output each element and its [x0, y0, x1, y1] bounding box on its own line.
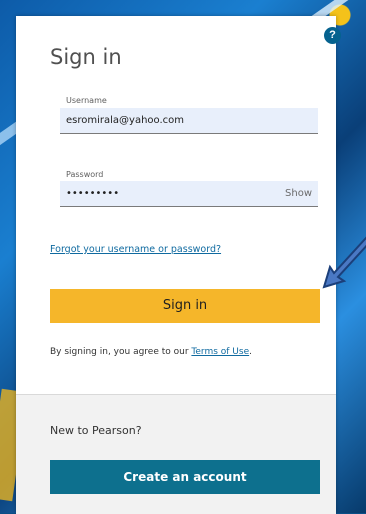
username-label: Username [66, 96, 107, 105]
username-field[interactable]: esromirala@yahoo.com [60, 108, 318, 134]
help-icon[interactable]: ? [324, 27, 341, 44]
password-field[interactable]: ••••••••• Show [60, 181, 318, 207]
password-value: ••••••••• [66, 188, 120, 199]
agreement-suffix: . [249, 347, 252, 357]
create-account-button[interactable]: Create an account [50, 460, 320, 494]
pointer-arrow-icon [322, 236, 366, 289]
username-value: esromirala@yahoo.com [66, 115, 185, 126]
create-account-panel [16, 394, 336, 514]
terms-agreement: By signing in, you agree to our Terms of… [50, 347, 252, 357]
sign-in-button[interactable]: Sign in [50, 289, 320, 323]
show-password-button[interactable]: Show [285, 181, 312, 207]
terms-of-use-link[interactable]: Terms of Use [191, 347, 249, 357]
password-label: Password [66, 170, 104, 179]
forgot-credentials-link[interactable]: Forgot your username or password? [50, 244, 221, 255]
agreement-text: By signing in, you agree to our [50, 347, 192, 357]
page-title: Sign in [50, 45, 122, 69]
new-to-pearson-text: New to Pearson? [50, 424, 142, 437]
